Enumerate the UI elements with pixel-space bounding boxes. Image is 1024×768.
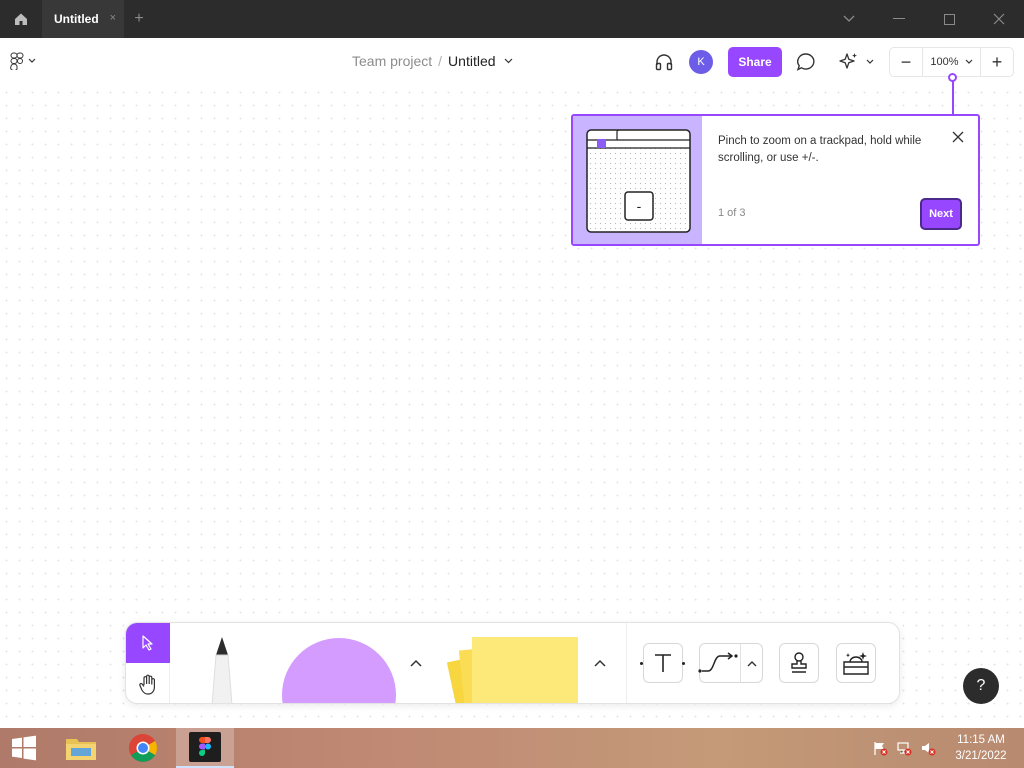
maximize-icon [943, 13, 955, 25]
chevron-down-icon [843, 15, 855, 22]
connector-expand-divider [740, 644, 741, 682]
chevron-down-icon [28, 58, 36, 63]
next-button[interactable]: Next [920, 198, 962, 230]
marker-icon [211, 637, 233, 703]
help-button[interactable]: ? [963, 668, 999, 704]
popover-step-counter: 1 of 3 [718, 207, 746, 219]
text-icon [655, 654, 671, 672]
figma-app-icon [189, 732, 221, 762]
zoom-out-button[interactable]: − [890, 48, 922, 76]
windows-taskbar: 11:15 AM 3/21/2022 [0, 728, 1024, 768]
onboarding-popover: - Pinch to zoom on a trackpad, hold whil… [571, 114, 980, 246]
taskbar-figma[interactable] [176, 728, 234, 768]
volume-icon[interactable] [920, 740, 936, 756]
minus-key-label: - [636, 198, 642, 214]
text-tool-handle-right [682, 662, 685, 665]
windows-logo-icon [12, 735, 36, 761]
zoom-level-dropdown[interactable]: 100% [922, 48, 981, 76]
breadcrumb-team[interactable]: Team project [352, 53, 432, 69]
connector-tool-button[interactable] [698, 643, 763, 683]
home-icon [15, 13, 27, 25]
flag-icon[interactable] [872, 740, 888, 756]
comment-button[interactable] [795, 51, 817, 78]
chevron-up-icon [410, 659, 422, 667]
hand-tool-button[interactable] [126, 665, 170, 703]
tab-close-icon[interactable]: × [110, 12, 116, 24]
system-tray [872, 740, 936, 756]
stamp-tool-button[interactable] [779, 643, 819, 683]
chevron-down-icon [965, 59, 972, 64]
share-button[interactable]: Share [728, 47, 782, 77]
zoom-level-value: 100% [930, 56, 959, 68]
navigation-tool-group [126, 623, 170, 703]
sparkle-icon [839, 53, 857, 69]
tab-label: Untitled [54, 12, 99, 26]
sticky-note-tool-button[interactable] [472, 637, 578, 703]
shape-tool-button[interactable] [282, 638, 396, 703]
chevron-up-icon [594, 659, 606, 667]
popover-body: Pinch to zoom on a trackpad, hold while … [702, 116, 978, 244]
figma-logo-icon [10, 52, 24, 70]
close-icon [952, 131, 964, 143]
taskbar-file-explorer[interactable] [52, 728, 110, 768]
text-tool-handle-left [640, 662, 643, 665]
tabs-dropdown-button[interactable] [824, 0, 874, 38]
chrome-icon [129, 734, 157, 762]
marker-tool-button[interactable] [198, 635, 246, 703]
main-menu-button[interactable] [10, 52, 36, 70]
editor-toolbar: Team project / Untitled K Share − 100% + [0, 38, 1024, 86]
folder-icon [66, 739, 96, 760]
avatar[interactable]: K [689, 50, 713, 74]
headphones-icon [655, 54, 673, 71]
taskbar-clock[interactable]: 11:15 AM 3/21/2022 [946, 732, 1016, 764]
tab-untitled[interactable]: Untitled × [42, 0, 124, 38]
toolbar-divider [626, 623, 627, 703]
clock-time: 11:15 AM [957, 734, 1005, 746]
breadcrumb: Team project / Untitled [352, 53, 513, 69]
hand-icon [139, 674, 155, 695]
connector-icon [698, 652, 738, 673]
breadcrumb-file-name[interactable]: Untitled [448, 53, 495, 69]
close-icon [993, 13, 1005, 25]
taskbar-chrome[interactable] [114, 728, 172, 768]
toolbox-sparkle-icon [843, 652, 869, 675]
title-bar: Untitled × + [0, 0, 1024, 38]
start-button[interactable] [0, 728, 48, 768]
home-button[interactable] [0, 0, 42, 38]
popover-connector-line [952, 80, 954, 116]
sticky-note-expand-button[interactable] [592, 655, 608, 671]
bottom-toolbar [125, 622, 900, 704]
maximize-button[interactable] [924, 0, 974, 38]
chevron-down-icon[interactable] [504, 58, 513, 64]
ai-actions-button[interactable] [838, 51, 874, 73]
comment-icon [796, 53, 815, 71]
minimize-icon [893, 18, 905, 19]
minimize-button[interactable] [874, 0, 924, 38]
zoom-in-button[interactable]: + [981, 48, 1013, 76]
popover-close-button[interactable] [949, 128, 967, 146]
popover-message: Pinch to zoom on a trackpad, hold while … [718, 135, 922, 164]
audio-button[interactable] [654, 52, 674, 77]
zoom-tutorial-illustration: - [573, 116, 702, 244]
text-tool-button[interactable] [643, 643, 683, 683]
new-tab-button[interactable]: + [124, 0, 154, 38]
clock-date: 3/21/2022 [955, 750, 1007, 762]
breadcrumb-separator: / [438, 53, 443, 69]
network-icon[interactable] [896, 740, 912, 756]
stamp-icon [791, 652, 807, 673]
chevron-down-icon [866, 59, 874, 64]
shape-tool-expand-button[interactable] [408, 655, 424, 671]
cursor-icon [142, 635, 153, 651]
chevron-up-icon[interactable] [747, 660, 757, 667]
close-window-button[interactable] [974, 0, 1024, 38]
move-tool-button[interactable] [126, 623, 170, 663]
widgets-tool-button[interactable] [836, 643, 876, 683]
